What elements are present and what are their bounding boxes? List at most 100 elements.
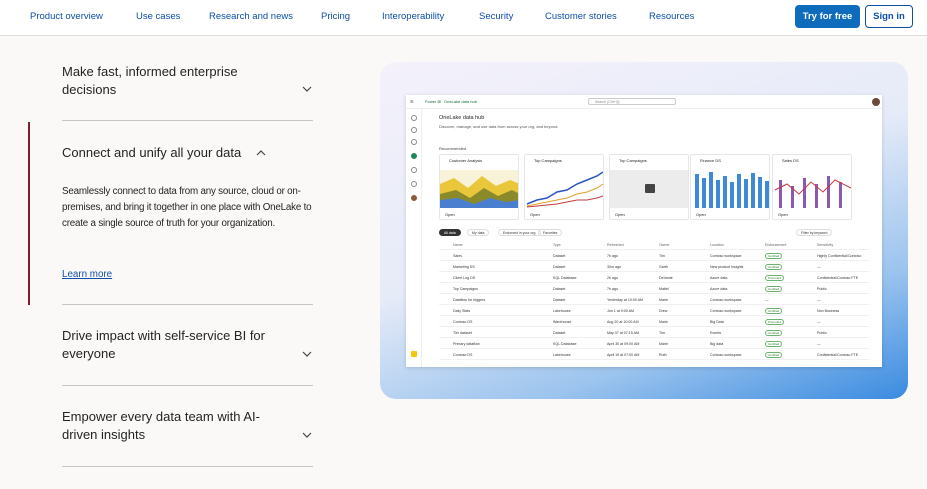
cell-owner: Marie: [659, 298, 668, 302]
app-hub-crumb: OneLake data hub: [444, 99, 477, 104]
filter-all-data: All data: [439, 229, 461, 236]
app-search-box: Search (Ctrl+Q): [588, 98, 676, 105]
cell-endorsement: Certified: [765, 286, 783, 292]
cell-sensitivity: —: [817, 320, 821, 324]
powerbi-logo-icon: [411, 351, 417, 357]
cell-sensitivity: —: [817, 342, 821, 346]
col-owner: Owner: [659, 243, 670, 247]
sign-in-button[interactable]: Sign in: [865, 5, 913, 28]
nav-product-overview[interactable]: Product overview: [30, 11, 103, 22]
cell-endorsement: Certified: [765, 308, 783, 314]
table-row: Tier dataset Dataset May 07 at 07:15 AM Tim…: [439, 328, 869, 338]
chevron-down-icon[interactable]: [302, 84, 312, 94]
cell-type: KQL Database: [553, 342, 577, 346]
cell-owner: DeVante: [659, 276, 673, 280]
browse-icon: [411, 139, 417, 145]
accordion-item-1-title[interactable]: Make fast, informed enterprise decisions: [62, 63, 272, 99]
open-link: Open: [615, 212, 625, 217]
nav-security[interactable]: Security: [479, 11, 513, 22]
accordion-item-3-title[interactable]: Drive impact with self-service BI for ev…: [62, 327, 272, 363]
open-link: Open: [696, 212, 706, 217]
cell-sensitivity: Public: [817, 287, 827, 291]
cell-location: Contoso workspace: [710, 353, 742, 357]
cell-sensitivity: Non Business: [817, 309, 840, 313]
cell-name: Contoso DS: [453, 353, 473, 357]
table-row: Sales Dataset 7h ago Tim Contoso workspace Ce…: [439, 251, 869, 261]
cell-name: Contoso DS: [453, 320, 473, 324]
cell-type: Dataset: [553, 287, 566, 291]
cell-name: Primary dataflow: [453, 342, 480, 346]
cell-owner: Marie: [659, 320, 668, 324]
combo-chart-thumbnail: [773, 170, 851, 208]
table-row: Contoso DS Warehouse Aug 20 at 10:00 AM Mar…: [439, 317, 869, 327]
cell-owner: Tim: [659, 254, 665, 258]
nav-customer-stories[interactable]: Customer stories: [545, 11, 617, 22]
cell-refreshed: Jun 1 at 9:00 AM: [607, 309, 634, 313]
cell-location: Azure data: [710, 276, 728, 280]
cell-name: Client Log DS: [453, 276, 476, 280]
area-chart-thumbnail: [440, 170, 518, 208]
accordion-item-2-title[interactable]: Connect and unify all your data: [62, 144, 302, 162]
card-title: Top Campaigns: [534, 158, 562, 163]
col-location: Location: [710, 243, 724, 247]
accordion-item-4-title[interactable]: Empower every data team with AI-driven i…: [62, 408, 272, 444]
nav-resources[interactable]: Resources: [649, 11, 694, 22]
table-row: Primary dataflow KQL Database April 30 at …: [439, 339, 869, 349]
datahub-icon: [411, 153, 417, 159]
cell-location: Contoso workspace: [710, 254, 742, 258]
learn-more-link[interactable]: Learn more: [62, 269, 112, 280]
cell-location: Big Data: [710, 320, 724, 324]
col-sensitivity: Sensitivity: [817, 243, 834, 247]
cell-refreshed: April 19 at 07:00 AM: [607, 353, 640, 357]
filter-keyword-box: Filter by keyword: [796, 229, 833, 236]
avatar: [872, 98, 880, 106]
cell-endorsement: Certified: [765, 264, 783, 270]
cell-refreshed: 7h ago: [607, 254, 618, 258]
cell-refreshed: 2h ago: [607, 276, 618, 280]
cell-name: Daily Stats: [453, 309, 471, 313]
accordion-body-text: Seamlessly connect to data from any sour…: [62, 186, 312, 229]
my-workspace-icon: [411, 195, 417, 201]
recommended-card: Top Campaigns Open: [609, 154, 689, 220]
card-title: Sales DS: [782, 158, 799, 163]
accordion-divider: [62, 385, 313, 386]
cell-owner: Mattel: [659, 287, 669, 291]
menu-icon: ☰: [410, 99, 414, 104]
chevron-up-icon[interactable]: [256, 148, 266, 158]
cell-sensitivity: Highly Confidential\Contoso: [817, 254, 862, 258]
powerbi-app-screenshot: ☰ Power BI OneLake data hub Search (Ctrl…: [406, 95, 882, 367]
table-row: Top Campaigns Dataset 7h ago Mattel Azure da…: [439, 284, 869, 294]
app-left-rail: [406, 109, 422, 367]
card-title: Top Campaigns: [619, 158, 647, 163]
nav-interoperability[interactable]: Interoperability: [382, 11, 444, 22]
cell-location: Contoso workspace: [710, 309, 742, 313]
cell-type: KQL Database: [553, 276, 577, 280]
monitoring-icon: [411, 167, 417, 173]
table-row: Client Log DS KQL Database 2h ago DeVante Az…: [439, 273, 869, 283]
accordion-divider: [62, 466, 313, 467]
hub-title: OneLake data hub: [439, 115, 485, 121]
hub-subtitle: Discover, manage, and use data from acro…: [439, 124, 559, 129]
cell-location: Big data: [710, 342, 724, 346]
dataset-thumbnail: [610, 170, 688, 208]
card-title: Customer Analysis: [449, 158, 483, 163]
chevron-down-icon[interactable]: [302, 349, 312, 359]
cell-type: Warehouse: [553, 320, 572, 324]
nav-use-cases[interactable]: Use cases: [136, 11, 180, 22]
cell-endorsement: Promoted: [765, 319, 785, 325]
cell-owner: Marie: [659, 342, 668, 346]
workspaces-icon: [411, 181, 417, 187]
cell-location: Events: [710, 331, 721, 335]
chevron-down-icon[interactable]: [302, 430, 312, 440]
cell-type: Lakehouse: [553, 309, 571, 313]
nav-research-news[interactable]: Research and news: [209, 11, 293, 22]
nav-pricing[interactable]: Pricing: [321, 11, 350, 22]
cell-sensitivity: Public: [817, 331, 827, 335]
table-header: Name Type Refreshed Owner Location Endor…: [439, 240, 869, 250]
recommended-card: Finance DS Open: [690, 154, 770, 220]
cell-endorsement: Promoted: [765, 275, 785, 281]
col-type: Type: [553, 243, 561, 247]
table-row: Marketing DS Dataset 30m ago Garth New produ…: [439, 262, 869, 272]
cell-location: Azure data: [710, 287, 728, 291]
try-for-free-button[interactable]: Try for free: [795, 5, 860, 28]
